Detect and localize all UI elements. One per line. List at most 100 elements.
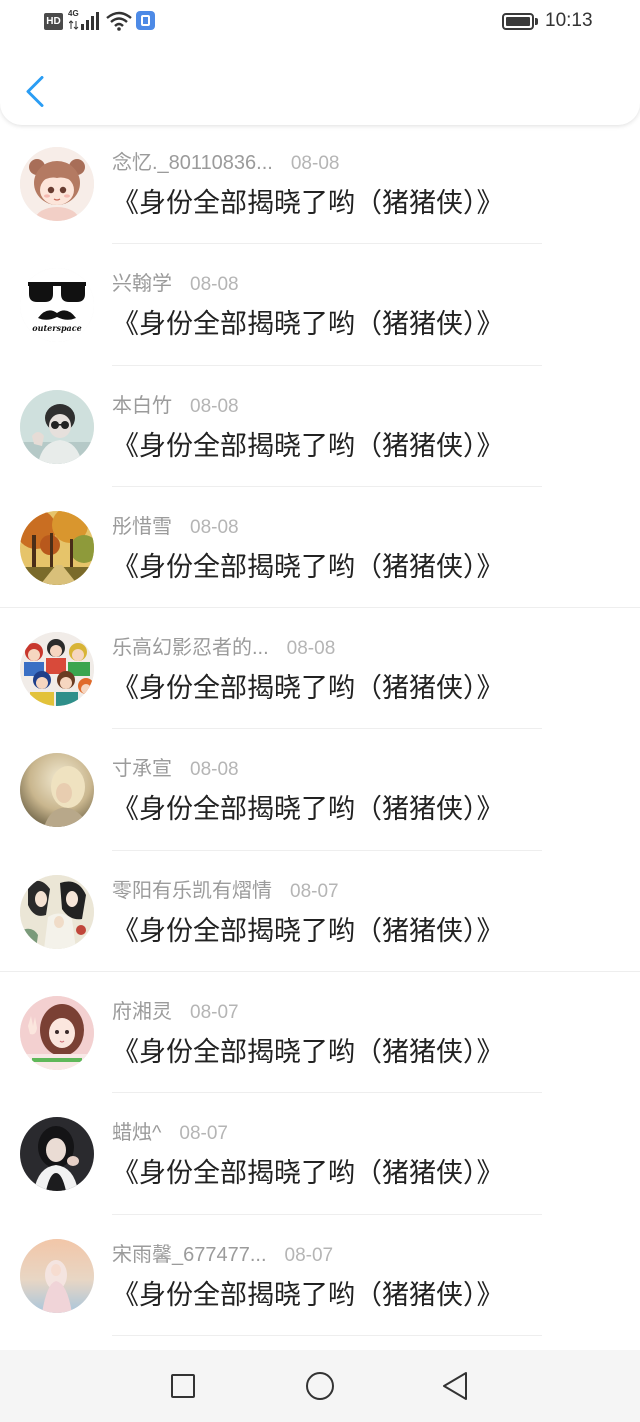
circle-home-icon[interactable] <box>306 1372 334 1400</box>
post-date: 08-08 <box>190 274 239 296</box>
avatar-image <box>20 389 94 464</box>
divider <box>112 243 542 245</box>
user-name: 零阳有乐凯有熠情 <box>112 879 272 902</box>
post-date: 08-08 <box>190 759 239 781</box>
item-meta: 寸承宣 08-08 <box>112 757 239 781</box>
item-meta: 兴翰学 08-08 <box>112 272 239 296</box>
system-nav-bar <box>0 1350 640 1422</box>
app-notification-icon <box>136 11 155 30</box>
post-title: 《身份全部揭晓了哟（猪猪侠）》 <box>112 1037 504 1068</box>
avatar[interactable] <box>20 753 94 828</box>
avatar[interactable] <box>20 147 94 221</box>
avatar-image <box>20 753 94 828</box>
avatar[interactable] <box>20 389 94 464</box>
avatar-image <box>20 510 94 585</box>
divider <box>0 971 640 973</box>
avatar-image <box>20 1117 94 1192</box>
user-name: 乐高幻影忍者的... <box>112 637 269 660</box>
post-title: 《身份全部揭晓了哟（猪猪侠）》 <box>112 309 504 340</box>
status-bar: HD 4G 10:13 <box>0 0 640 42</box>
item-meta: 宋雨馨_677477... 08-07 <box>112 1243 333 1267</box>
avatar-image <box>20 632 94 707</box>
avatar[interactable] <box>20 1238 94 1313</box>
header: HD 4G 10:13 <box>0 0 640 125</box>
battery-nub <box>535 18 538 25</box>
divider <box>112 485 542 487</box>
screen: HD 4G 10:13 念忆._80110836... 08-08 《身份全部揭… <box>0 0 640 1422</box>
post-title: 《身份全部揭晓了哟（猪猪侠）》 <box>112 794 504 825</box>
post-title: 《身份全部揭晓了哟（猪猪侠）》 <box>112 1158 504 1189</box>
avatar-image <box>20 147 94 221</box>
item-meta: 念忆._80110836... 08-08 <box>112 151 339 175</box>
post-date: 08-08 <box>290 153 340 174</box>
avatar[interactable] <box>20 1117 94 1192</box>
user-name: 宋雨馨_677477... <box>112 1243 267 1266</box>
list-item[interactable]: 宋雨馨_677477... 08-07 《身份全部揭晓了哟（猪猪侠）》 <box>0 1216 640 1337</box>
post-title: 《身份全部揭晓了哟（猪猪侠）》 <box>112 188 504 218</box>
battery-level <box>506 17 530 26</box>
list-item[interactable]: 寸承宣 08-08 《身份全部揭晓了哟（猪猪侠）》 <box>0 730 640 851</box>
triangle-back-shape <box>443 1372 467 1400</box>
item-meta: 蜡烛^ 08-07 <box>112 1121 228 1145</box>
data-arrows-icon <box>69 20 79 30</box>
post-date: 08-07 <box>179 1123 228 1145</box>
post-date: 08-08 <box>190 516 239 538</box>
post-title: 《身份全部揭晓了哟（猪猪侠）》 <box>112 673 504 704</box>
item-meta: 彤惜雪 08-08 <box>112 515 239 539</box>
avatar-image <box>20 996 94 1071</box>
divider <box>112 1092 542 1094</box>
avatar[interactable] <box>20 996 94 1071</box>
list-item[interactable]: 彤惜雪 08-08 《身份全部揭晓了哟（猪猪侠）》 <box>0 488 640 609</box>
square-recents-icon[interactable] <box>171 1374 195 1398</box>
item-meta: 零阳有乐凯有熠情 08-07 <box>112 879 339 903</box>
battery-icon <box>502 13 534 30</box>
user-name: 彤惜雪 <box>112 515 172 538</box>
divider <box>112 849 542 851</box>
divider <box>112 1334 542 1336</box>
network-type: 4G <box>68 9 79 18</box>
item-meta: 乐高幻影忍者的... 08-08 <box>112 636 335 660</box>
item-meta: 本白竹 08-08 <box>112 394 239 418</box>
clock: 10:13 <box>545 10 593 31</box>
list-item[interactable]: 乐高幻影忍者的... 08-08 《身份全部揭晓了哟（猪猪侠）》 <box>0 609 640 730</box>
post-date: 08-07 <box>290 880 339 902</box>
item-meta: 府湘灵 08-07 <box>112 1000 239 1024</box>
list-item[interactable]: outerspace 兴翰学 08-08 《身份全部揭晓了哟（猪猪侠）》 <box>0 245 640 366</box>
signal-bars-icon <box>81 12 99 30</box>
avatar-image <box>20 1238 94 1313</box>
avatar[interactable]: outerspace <box>20 268 94 343</box>
avatar-image: outerspace <box>20 268 94 343</box>
user-name: 蜡烛^ <box>112 1122 162 1145</box>
list-item[interactable]: 念忆._80110836... 08-08 《身份全部揭晓了哟（猪猪侠）》 <box>0 124 640 245</box>
avatar[interactable] <box>20 874 94 949</box>
post-title: 《身份全部揭晓了哟（猪猪侠）》 <box>112 551 504 582</box>
avatar-caption: outerspace <box>32 323 81 333</box>
post-title: 《身份全部揭晓了哟（猪猪侠）》 <box>112 430 504 461</box>
user-name: 念忆._80110836... <box>112 152 273 174</box>
divider <box>112 1213 542 1215</box>
avatar[interactable] <box>20 632 94 707</box>
chevron-left-icon <box>26 76 44 107</box>
post-title: 《身份全部揭晓了哟（猪猪侠）》 <box>112 1279 504 1310</box>
list-item[interactable]: 零阳有乐凯有熠情 08-07 《身份全部揭晓了哟（猪猪侠）》 <box>0 852 640 973</box>
post-title: 《身份全部揭晓了哟（猪猪侠）》 <box>112 915 504 946</box>
divider <box>112 728 542 730</box>
back-button[interactable] <box>14 66 54 116</box>
user-name: 府湘灵 <box>112 1001 172 1024</box>
wifi-icon <box>106 11 132 31</box>
triangle-back-icon[interactable] <box>441 1371 469 1401</box>
list-item[interactable]: 本白竹 08-08 《身份全部揭晓了哟（猪猪侠）》 <box>0 367 640 488</box>
post-date: 08-07 <box>190 1002 239 1024</box>
user-list: 念忆._80110836... 08-08 《身份全部揭晓了哟（猪猪侠）》 out… <box>0 124 640 1337</box>
post-date: 08-08 <box>190 395 239 417</box>
avatar-image <box>20 874 94 949</box>
divider <box>112 364 542 366</box>
avatar[interactable] <box>20 510 94 585</box>
user-name: 寸承宣 <box>112 758 172 781</box>
post-date: 08-07 <box>284 1244 334 1266</box>
app-notification-icon-inner <box>141 15 150 26</box>
list-item[interactable]: 蜡烛^ 08-07 《身份全部揭晓了哟（猪猪侠）》 <box>0 1094 640 1215</box>
user-name: 本白竹 <box>112 394 172 417</box>
list-item[interactable]: 府湘灵 08-07 《身份全部揭晓了哟（猪猪侠）》 <box>0 973 640 1094</box>
post-date: 08-08 <box>286 638 336 660</box>
